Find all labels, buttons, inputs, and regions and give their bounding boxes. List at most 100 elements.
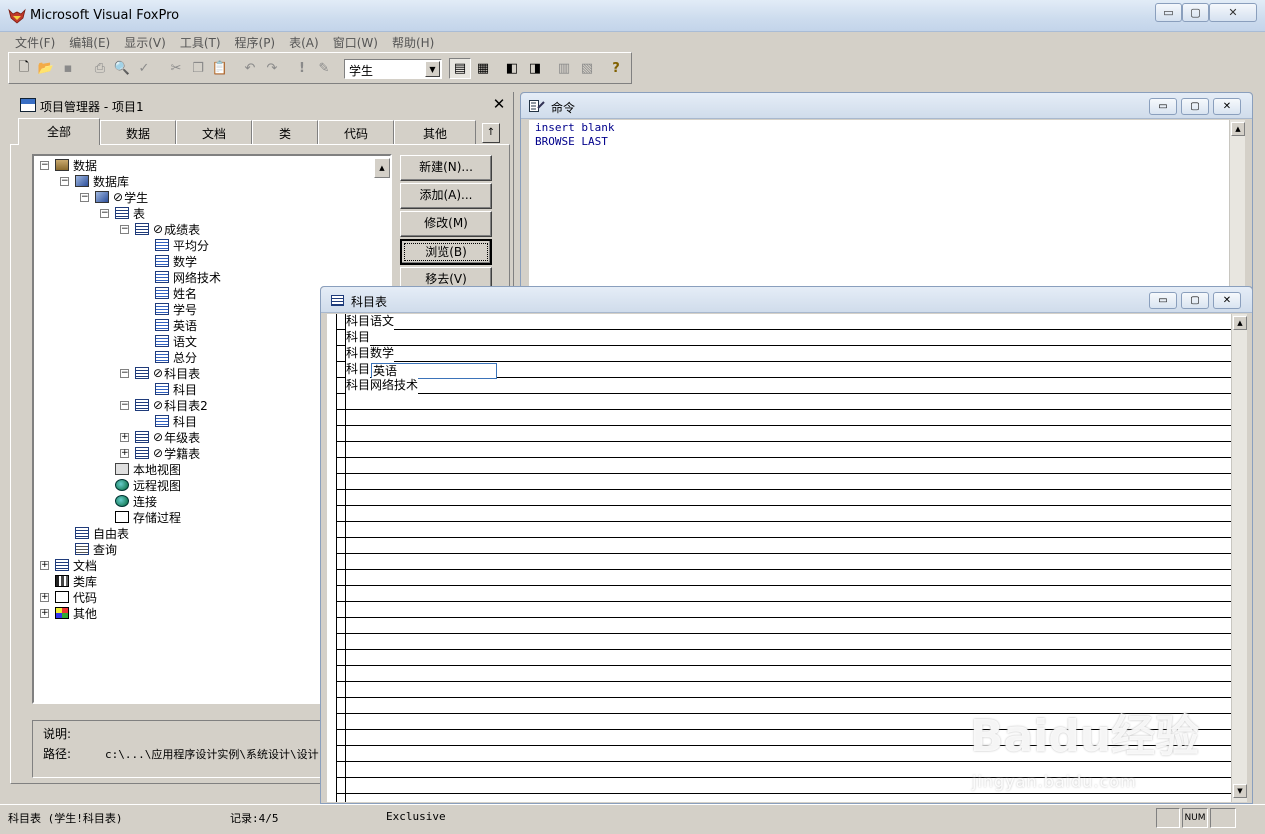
collapse-icon[interactable]: −: [120, 400, 129, 410]
tree-node[interactable]: − ⊘ 科目表: [120, 365, 200, 381]
command-window-icon[interactable]: ▤: [449, 58, 471, 79]
scroll-down-icon[interactable]: ▼: [1233, 784, 1247, 798]
tree-node[interactable]: 总分: [140, 349, 197, 365]
table-row[interactable]: 科目语文: [346, 314, 395, 330]
tree-node[interactable]: + 其他: [40, 605, 97, 621]
table-row[interactable]: 科目数学: [346, 346, 395, 362]
tree-node[interactable]: + 代码: [40, 589, 97, 605]
expand-icon[interactable]: +: [40, 560, 49, 570]
tree-node[interactable]: 英语: [140, 317, 197, 333]
tree-node[interactable]: − ⊘ 学生: [80, 189, 148, 205]
menu-item[interactable]: 帮助(H): [385, 32, 441, 52]
command-text-area[interactable]: insert blank BROWSE LAST ▲: [529, 120, 1245, 290]
browse-button[interactable]: 浏览(B): [400, 239, 492, 265]
menu-item[interactable]: 显示(V): [117, 32, 173, 52]
tree-node[interactable]: − ⊘ 成绩表: [120, 221, 200, 237]
tree-node[interactable]: 姓名: [140, 285, 197, 301]
command-close-icon[interactable]: ✕: [1213, 98, 1241, 115]
table-row[interactable]: 科目网络技术: [346, 378, 419, 394]
tree-node[interactable]: 连接: [100, 493, 157, 509]
close-button[interactable]: ✕: [1209, 3, 1257, 22]
tree-node[interactable]: 本地视图: [100, 461, 181, 477]
minimize-button[interactable]: ▭: [1155, 3, 1182, 22]
print-preview-icon[interactable]: 🔍: [111, 58, 133, 79]
browse-window-titlebar[interactable]: 科目表 ▭ ▢ ✕: [321, 287, 1252, 313]
tree-node[interactable]: 类库: [40, 573, 97, 589]
data-session-icon[interactable]: ▦: [472, 58, 494, 79]
tree-scroll-up-icon[interactable]: ▲: [374, 158, 390, 178]
tree-node[interactable]: 网络技术: [140, 269, 221, 285]
help-icon[interactable]: ?: [605, 58, 627, 79]
autoform-icon[interactable]: ▥: [553, 58, 575, 79]
expand-icon[interactable]: +: [120, 432, 129, 442]
collapse-icon[interactable]: −: [80, 192, 89, 202]
command-window-titlebar[interactable]: 命令 ▭ ▢ ✕: [521, 93, 1252, 119]
tab-all[interactable]: 全部: [18, 118, 100, 145]
add-button[interactable]: 添加(A)...: [400, 183, 492, 209]
cut-icon[interactable]: ✂: [165, 58, 187, 79]
open-icon[interactable]: 📂: [35, 58, 57, 79]
tab-documents[interactable]: 文档: [176, 120, 252, 144]
undo-icon[interactable]: ↶: [239, 58, 261, 79]
browse-scrollbar[interactable]: ▲ ▼: [1231, 314, 1247, 802]
modify-button[interactable]: 修改(M): [400, 211, 492, 237]
menu-item[interactable]: 文件(F): [8, 32, 62, 52]
spell-check-icon[interactable]: ✓: [133, 58, 155, 79]
collapse-icon[interactable]: −: [100, 208, 109, 218]
tree-node[interactable]: 存储过程: [100, 509, 181, 525]
table-row[interactable]: 科目: [346, 362, 371, 378]
new-button[interactable]: 新建(N)...: [400, 155, 492, 181]
collapse-icon[interactable]: −: [120, 368, 129, 378]
command-minimize-icon[interactable]: ▭: [1149, 98, 1177, 115]
tree-node[interactable]: + ⊘ 学籍表: [120, 445, 200, 461]
expand-icon[interactable]: +: [40, 608, 49, 618]
tree-node[interactable]: 科目: [140, 381, 197, 397]
project-close-icon[interactable]: ✕: [490, 96, 508, 112]
expand-icon[interactable]: +: [40, 592, 49, 602]
collapse-icon[interactable]: −: [40, 160, 49, 170]
copy-icon[interactable]: ❐: [187, 58, 209, 79]
print-icon[interactable]: ⎙: [89, 58, 111, 79]
report-wizard-icon[interactable]: ◨: [524, 58, 546, 79]
form-wizard-icon[interactable]: ◧: [501, 58, 523, 79]
tree-node[interactable]: − ⊘ 科目表2: [120, 397, 208, 413]
maximize-button[interactable]: ▢: [1182, 3, 1209, 22]
tree-node[interactable]: − 数据: [40, 157, 97, 173]
tree-node[interactable]: 科目: [140, 413, 197, 429]
tree-node[interactable]: 数学: [140, 253, 197, 269]
tab-data[interactable]: 数据: [100, 120, 176, 144]
browse-close-icon[interactable]: ✕: [1213, 292, 1241, 309]
expand-icon[interactable]: +: [120, 448, 129, 458]
tree-node[interactable]: 语文: [140, 333, 197, 349]
browse-maximize-icon[interactable]: ▢: [1181, 292, 1209, 309]
menu-item[interactable]: 窗口(W): [326, 32, 385, 52]
scroll-up-icon[interactable]: ▲: [1231, 122, 1245, 136]
tree-node[interactable]: 自由表: [60, 525, 129, 541]
tree-node[interactable]: 远程视图: [100, 477, 181, 493]
tab-other[interactable]: 其他: [394, 120, 476, 144]
main-title-bar[interactable]: Microsoft Visual FoxPro ▭ ▢ ✕: [0, 0, 1265, 32]
redo-icon[interactable]: ↷: [261, 58, 283, 79]
paste-icon[interactable]: 📋: [209, 58, 231, 79]
tab-classes[interactable]: 类: [252, 120, 318, 144]
browse-minimize-icon[interactable]: ▭: [1149, 292, 1177, 309]
menu-item[interactable]: 程序(P): [228, 32, 283, 52]
menu-item[interactable]: 编辑(E): [62, 32, 117, 52]
tab-scroll-icon[interactable]: ↑: [482, 123, 500, 143]
tab-code[interactable]: 代码: [318, 120, 394, 144]
table-row[interactable]: 科目: [346, 330, 371, 346]
database-combo[interactable]: 学生 ▼: [344, 59, 442, 79]
menu-item[interactable]: 表(A): [282, 32, 326, 52]
modify-form-icon[interactable]: ✎: [313, 58, 335, 79]
tree-node[interactable]: 平均分: [140, 237, 209, 253]
editing-cell[interactable]: 英语: [371, 363, 497, 379]
save-icon[interactable]: ▪: [57, 58, 79, 79]
run-icon[interactable]: !: [291, 58, 313, 79]
menu-item[interactable]: 工具(T): [173, 32, 228, 52]
command-maximize-icon[interactable]: ▢: [1181, 98, 1209, 115]
tree-node[interactable]: 学号: [140, 301, 197, 317]
collapse-icon[interactable]: −: [60, 176, 69, 186]
tree-node[interactable]: + 文档: [40, 557, 97, 573]
chevron-down-icon[interactable]: ▼: [425, 61, 440, 77]
record-selector-column[interactable]: [327, 314, 337, 802]
